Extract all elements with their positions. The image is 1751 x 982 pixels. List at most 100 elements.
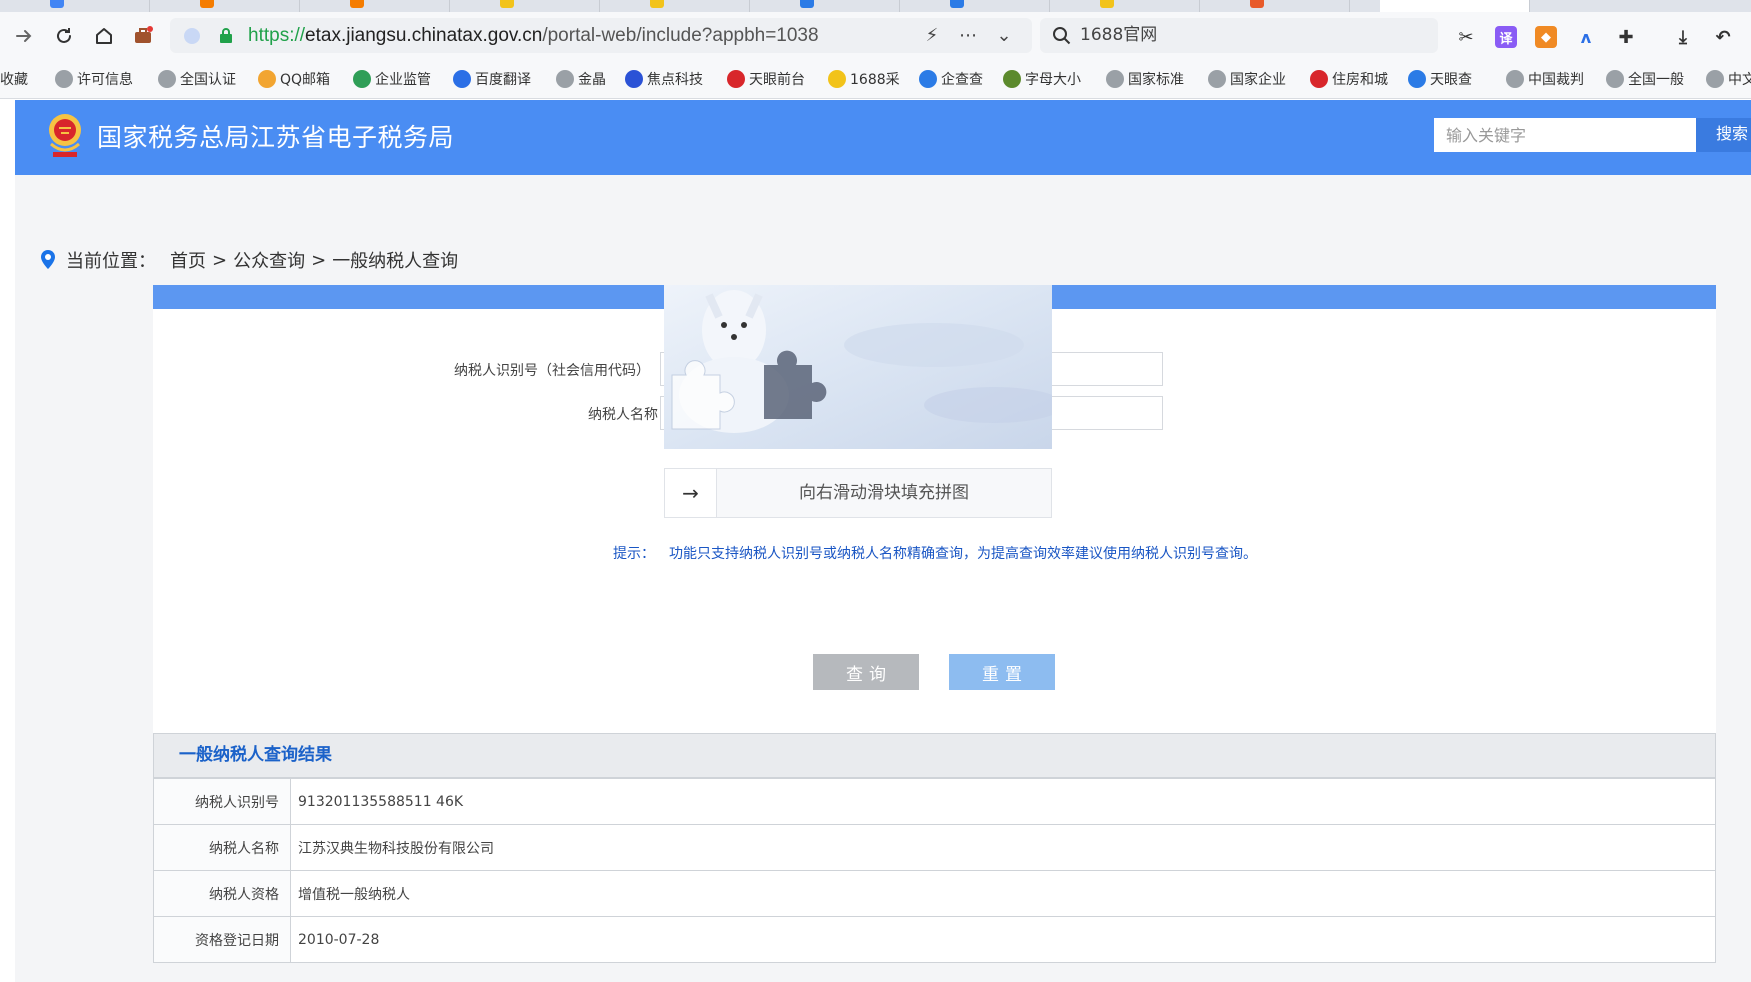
bookmark-label: 字母大小 — [1025, 72, 1081, 88]
captcha-image — [664, 285, 1052, 449]
forward-icon[interactable] — [8, 20, 40, 52]
browser-search-text: 1688官网 — [1080, 25, 1158, 45]
bookmark-item[interactable]: 住房和城 — [1310, 69, 1388, 89]
bookmark-item[interactable]: 金晶 — [556, 69, 606, 89]
shield-icon — [184, 28, 200, 44]
keyword-search-button[interactable]: 搜索 — [1696, 118, 1751, 152]
bookmark-favicon-icon — [1106, 70, 1124, 88]
bookmark-item[interactable]: 许可信息 — [55, 69, 133, 89]
results-title: 一般纳税人查询结果 — [153, 733, 1716, 778]
lightning-icon[interactable]: ⚡ — [922, 26, 942, 46]
bookmark-item[interactable]: 全国一般 — [1606, 69, 1684, 89]
browser-tab[interactable] — [1050, 0, 1200, 12]
bookmark-item[interactable]: 企查查 — [919, 69, 983, 89]
result-key: 纳税人名称 — [153, 824, 291, 871]
browser-tab-strip — [0, 0, 1751, 12]
browser-toolbar: https://etax.jiangsu.chinatax.gov.cn/por… — [0, 12, 1751, 59]
bookmark-item[interactable]: 收藏 — [0, 69, 28, 89]
bookmark-label: 中文 — [1728, 72, 1751, 88]
bookmark-favicon-icon — [1506, 70, 1524, 88]
table-row: 纳税人名称 江苏汉典生物科技股份有限公司 — [153, 824, 1716, 871]
bookmark-label: 企业监管 — [375, 72, 431, 88]
result-value: 2010-07-28 — [290, 916, 1716, 963]
bookmark-item[interactable]: 百度翻译 — [453, 69, 531, 89]
bookmark-item[interactable]: 天眼查 — [1408, 69, 1472, 89]
result-value: 913201135588511 46K — [290, 778, 1716, 825]
breadcrumb-separator: > — [311, 249, 327, 271]
captcha-slider[interactable]: → 向右滑动滑块填充拼图 — [664, 468, 1052, 518]
more-icon[interactable]: ⋯ — [958, 26, 978, 46]
url-text: https://etax.jiangsu.chinatax.gov.cn/por… — [248, 25, 819, 46]
bookmark-label: 中国裁判 — [1528, 72, 1584, 88]
reset-button[interactable]: 重置 — [949, 654, 1055, 690]
browser-tab[interactable] — [750, 0, 900, 12]
undo-icon[interactable]: ↶ — [1712, 26, 1734, 48]
bookmark-item[interactable]: 字母大小 — [1003, 69, 1081, 89]
result-key: 纳税人识别号 — [153, 778, 291, 825]
bookmark-favicon-icon — [828, 70, 846, 88]
bookmark-item[interactable]: 国家标准 — [1106, 69, 1184, 89]
chevron-down-icon[interactable]: ⌄ — [994, 26, 1014, 46]
results-table: 纳税人识别号 913201135588511 46K 纳税人名称 江苏汉典生物科… — [153, 778, 1716, 963]
bookmark-item[interactable]: 全国认证 — [158, 69, 236, 89]
table-row: 纳税人识别号 913201135588511 46K — [153, 778, 1716, 825]
home-icon[interactable] — [88, 20, 120, 52]
bookmark-label: QQ邮箱 — [280, 72, 331, 88]
bookmark-item[interactable]: QQ邮箱 — [258, 69, 330, 89]
bookmark-item[interactable]: 国家企业 — [1208, 69, 1286, 89]
bookmark-favicon-icon — [1310, 70, 1328, 88]
query-button[interactable]: 查询 — [813, 654, 919, 690]
bookmark-favicon-icon — [453, 70, 471, 88]
tip-prefix: 提示： — [613, 546, 655, 562]
bookmark-favicon-icon — [353, 70, 371, 88]
breadcrumb-separator: > — [212, 249, 228, 271]
tax-emblem-icon — [49, 114, 81, 157]
browser-tab[interactable] — [600, 0, 750, 12]
bookmark-favicon-icon — [727, 70, 745, 88]
download-icon[interactable]: ⤓ — [1672, 26, 1694, 48]
breadcrumb-home[interactable]: 首页 — [170, 247, 206, 273]
keyword-search-input[interactable] — [1434, 118, 1696, 152]
bookmark-item[interactable]: 中文 — [1706, 69, 1751, 89]
browser-tab[interactable] — [450, 0, 600, 12]
bookmark-item[interactable]: 天眼前台 — [727, 69, 805, 89]
bookmark-item[interactable]: 中国裁判 — [1506, 69, 1584, 89]
bookmark-item[interactable]: 焦点科技 — [625, 69, 703, 89]
taxpayer-id-label: 纳税人识别号（社会信用代码） — [454, 363, 650, 379]
browser-tab[interactable] — [0, 0, 150, 12]
briefcase-icon[interactable] — [127, 20, 159, 52]
bookmark-label: 收藏 — [0, 72, 28, 88]
browser-search-box[interactable]: 1688官网 — [1040, 18, 1438, 53]
fox-icon[interactable]: ◆ — [1535, 26, 1557, 48]
ai-icon[interactable]: ʌ — [1575, 26, 1597, 48]
browser-tab[interactable] — [1200, 0, 1350, 12]
bookmark-label: 住房和城 — [1332, 72, 1388, 88]
browser-tab[interactable] — [150, 0, 300, 12]
reload-icon[interactable] — [48, 20, 80, 52]
browser-tab-active[interactable] — [1380, 0, 1530, 12]
puzzle-icon[interactable]: ✚ — [1615, 26, 1637, 48]
scissors-icon[interactable]: ✂ — [1455, 26, 1477, 48]
table-row: 纳税人资格 增值税一般纳税人 — [153, 870, 1716, 917]
slider-arrow-icon[interactable]: → — [665, 469, 717, 517]
bookmark-label: 全国认证 — [180, 72, 236, 88]
breadcrumb-current: 一般纳税人查询 — [332, 251, 459, 272]
bookmark-item[interactable]: 1688采 — [828, 69, 900, 89]
translate-icon[interactable]: 译 — [1495, 26, 1517, 48]
bookmark-favicon-icon — [158, 70, 176, 88]
browser-tab[interactable] — [300, 0, 450, 12]
result-value: 增值税一般纳税人 — [290, 870, 1716, 917]
table-row: 资格登记日期 2010-07-28 — [153, 916, 1716, 963]
bookmark-favicon-icon — [1706, 70, 1724, 88]
results-section: 一般纳税人查询结果 纳税人识别号 913201135588511 46K 纳税人… — [153, 733, 1716, 963]
address-bar[interactable]: https://etax.jiangsu.chinatax.gov.cn/por… — [170, 18, 1032, 53]
search-icon — [1053, 27, 1071, 45]
breadcrumb-public-query[interactable]: 公众查询 — [233, 247, 305, 273]
browser-tab[interactable] — [900, 0, 1050, 12]
bookmark-favicon-icon — [1208, 70, 1226, 88]
site-header: 国家税务总局江苏省电子税务局 搜索 — [15, 100, 1751, 175]
breadcrumb-prefix: 当前位置： — [66, 251, 156, 272]
bookmark-item[interactable]: 企业监管 — [353, 69, 431, 89]
bookmark-label: 1688采 — [850, 72, 900, 88]
breadcrumb: 当前位置： 首页 > 公众查询 > 一般纳税人查询 — [40, 248, 458, 272]
